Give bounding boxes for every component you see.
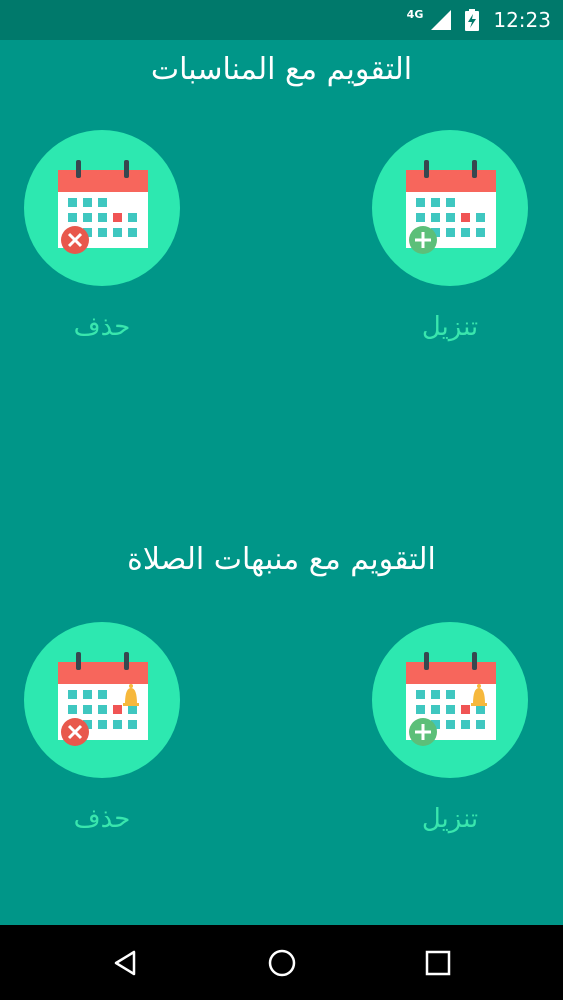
main-content: التقويم مع المناسبات تنزيل حذف التقويم م… bbox=[0, 40, 563, 925]
status-bar: 4G 12:23 bbox=[0, 0, 563, 40]
icon-circle bbox=[372, 622, 528, 778]
events-delete-button[interactable]: حذف bbox=[22, 130, 182, 342]
navigation-bar bbox=[0, 925, 563, 1000]
home-button[interactable] bbox=[242, 925, 322, 1000]
calendar-delete-icon bbox=[58, 160, 148, 254]
icon-circle bbox=[24, 130, 180, 286]
prayer-section-title: التقويم مع منبهات الصلاة bbox=[127, 542, 436, 577]
icon-circle bbox=[24, 622, 180, 778]
delete-label: حذف bbox=[73, 312, 131, 342]
prayer-download-button[interactable]: تنزيل bbox=[370, 622, 530, 834]
calendar-add-icon bbox=[406, 160, 496, 254]
battery-charging-icon bbox=[465, 9, 480, 31]
download-label: تنزيل bbox=[421, 312, 479, 342]
network-type: 4G bbox=[406, 7, 424, 21]
calendar-alarm-delete-icon bbox=[58, 652, 148, 746]
signal-icon bbox=[431, 10, 452, 30]
icon-circle bbox=[372, 130, 528, 286]
status-icons: 4G 12:23 bbox=[407, 0, 551, 40]
delete-label: حذف bbox=[73, 804, 131, 834]
home-icon bbox=[268, 949, 296, 976]
clock: 12:23 bbox=[493, 8, 551, 32]
download-label: تنزيل bbox=[421, 804, 479, 834]
back-button[interactable] bbox=[86, 925, 166, 1000]
back-icon bbox=[114, 950, 136, 975]
events-section-title: التقويم مع المناسبات bbox=[150, 52, 413, 87]
prayer-delete-button[interactable]: حذف bbox=[22, 622, 182, 834]
calendar-alarm-add-icon bbox=[406, 652, 496, 746]
recents-icon bbox=[425, 950, 451, 975]
recents-button[interactable] bbox=[398, 925, 478, 1000]
events-download-button[interactable]: تنزيل bbox=[370, 130, 530, 342]
